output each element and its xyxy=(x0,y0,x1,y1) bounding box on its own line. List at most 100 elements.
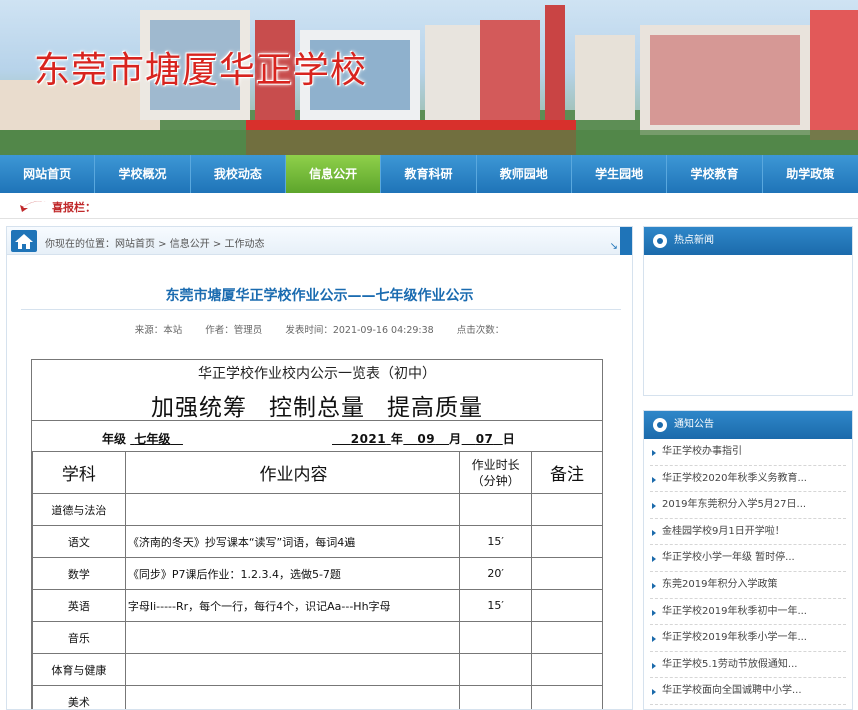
cell-subject: 美术 xyxy=(32,685,126,709)
cell-duration: 20′ xyxy=(459,557,533,590)
article-panel: 你现在的位置：网站首页 > 信息公开 > 工作动态 ↘ 东莞市塘厦华正学校作业公… xyxy=(6,226,633,710)
col-duration: 作业时长 （分钟） xyxy=(459,451,533,494)
article-meta: 来源：本站 作者：管理员 发表时间：2021-09-16 04:29:38 点击… xyxy=(7,322,632,336)
main-nav: 网站首页 学校概况 我校动态 信息公开 教育科研 教师园地 学生园地 学校教育 … xyxy=(0,155,858,193)
date-year: 2021 xyxy=(350,432,387,446)
nav-aid-policy[interactable]: 助学政策 xyxy=(763,155,858,193)
nav-teachers[interactable]: 教师园地 xyxy=(477,155,572,193)
ticker-label: 喜报栏： xyxy=(52,201,96,214)
table-row: 道德与法治 xyxy=(32,493,603,526)
cell-content xyxy=(124,685,461,709)
header-banner: 东莞市塘厦华正学校 xyxy=(0,0,858,155)
breadcrumb-corner xyxy=(620,227,632,255)
cell-subject: 音乐 xyxy=(32,621,126,654)
article-views: 点击次数： xyxy=(456,325,505,336)
cell-subject: 数学 xyxy=(32,557,126,590)
doc-divider xyxy=(32,420,602,421)
cell-content: 《济南的冬天》抄写课本“读写”词语，每词4遍 xyxy=(124,525,461,558)
nav-research[interactable]: 教育科研 xyxy=(381,155,477,193)
cell-content xyxy=(124,493,461,526)
news-ticker: 喜报栏： xyxy=(0,193,858,219)
table-row: 英语 字母Ii-----Rr，每个一行，每行4个，识记Aa---Hh字母 15′ xyxy=(32,589,603,622)
article-published: 发表时间：2021-09-16 04:29:38 xyxy=(285,325,434,336)
grade-label: 年级 xyxy=(102,432,127,446)
article-title: 东莞市塘厦华正学校作业公示——七年级作业公示 xyxy=(165,288,474,304)
cell-content: 《同步》P7课后作业：1.2.3.4，选做5-7题 xyxy=(124,557,461,590)
cell-remark xyxy=(531,493,603,526)
article-author: 作者：管理员 xyxy=(205,325,263,336)
cell-remark xyxy=(531,557,603,590)
pin-icon: ↘ xyxy=(609,241,618,252)
nav-home[interactable]: 网站首页 xyxy=(0,155,96,193)
notice-item[interactable]: 东莞2019年积分入学政策 xyxy=(650,572,846,599)
cell-content: 字母Ii-----Rr，每个一行，每行4个，识记Aa---Hh字母 xyxy=(124,589,461,622)
table-row: 语文 《济南的冬天》抄写课本“读写”词语，每词4遍 15′ xyxy=(32,525,603,558)
notice-item[interactable]: 华正学校小学一年级 暂时停... xyxy=(650,545,846,572)
notice-item[interactable]: 华正学校2020年秋季义务教育... xyxy=(650,466,846,493)
slogan-1: 加强统筹 xyxy=(151,395,247,421)
nav-students[interactable]: 学生园地 xyxy=(572,155,668,193)
table-row: 数学 《同步》P7课后作业：1.2.3.4，选做5-7题 20′ xyxy=(32,557,603,590)
col-subject: 学科 xyxy=(32,451,126,494)
cell-duration xyxy=(459,621,533,654)
date-month: 09 xyxy=(417,432,436,446)
cell-subject: 英语 xyxy=(32,589,126,622)
table-header-row: 学科 作业内容 作业时长 （分钟） 备注 xyxy=(32,451,603,494)
cell-subject: 体育与健康 xyxy=(32,653,126,686)
grade-value: 七年级 xyxy=(134,432,171,446)
cell-duration: 15′ xyxy=(459,589,533,622)
notice-item[interactable]: 华正学校2019年秋季小学一年... xyxy=(650,625,846,652)
slogan-3: 提高质量 xyxy=(387,395,483,421)
grade-line: 年级 七年级 xyxy=(102,430,183,447)
nav-education[interactable]: 学校教育 xyxy=(667,155,763,193)
cell-subject: 道德与法治 xyxy=(32,493,126,526)
notice-item[interactable]: 华正学校办事指引 xyxy=(650,439,846,466)
nav-info-disclosure[interactable]: 信息公开 xyxy=(285,155,382,193)
notice-header: 通知公告 xyxy=(644,411,852,439)
col-content: 作业内容 xyxy=(124,451,461,494)
nav-school-overview[interactable]: 学校概况 xyxy=(95,155,191,193)
cell-content xyxy=(124,621,461,654)
home-icon xyxy=(11,230,37,252)
cell-duration xyxy=(459,685,533,709)
nav-school-news[interactable]: 我校动态 xyxy=(191,155,286,193)
slogan-2: 控制总量 xyxy=(269,395,365,421)
table-row: 美术 xyxy=(32,685,603,709)
hot-news-title: 热点新闻 xyxy=(674,235,714,246)
breadcrumb: 你现在的位置：网站首页 > 信息公开 > 工作动态 ↘ xyxy=(7,227,632,255)
cell-remark xyxy=(531,685,603,709)
school-name: 东莞市塘厦华正学校 xyxy=(34,50,368,91)
cell-content xyxy=(124,653,461,686)
table-row: 体育与健康 xyxy=(32,653,603,686)
title-divider xyxy=(21,309,621,310)
notice-panel: 通知公告 华正学校办事指引 华正学校2020年秋季义务教育... 2019年东莞… xyxy=(643,410,853,710)
article-source: 来源：本站 xyxy=(134,325,183,336)
cell-duration xyxy=(459,493,533,526)
bullet-icon xyxy=(653,234,667,248)
notice-list: 华正学校办事指引 华正学校2020年秋季义务教育... 2019年东莞积分入学5… xyxy=(644,439,852,705)
table-row: 音乐 xyxy=(32,621,603,654)
breadcrumb-text[interactable]: 你现在的位置：网站首页 > 信息公开 > 工作动态 xyxy=(45,235,264,250)
bullet-icon xyxy=(653,418,667,432)
doc-title: 华正学校作业校内公示一览表（初中） xyxy=(198,366,436,382)
cell-remark xyxy=(531,621,603,654)
homework-table: 学科 作业内容 作业时长 （分钟） 备注 道德与法治 语文 《济南的冬天》抄写课本… xyxy=(32,451,603,709)
notice-item[interactable]: 华正学校5.1劳动节放假通知... xyxy=(650,652,846,679)
cell-remark xyxy=(531,589,603,622)
hot-news-panel: 热点新闻 xyxy=(643,226,853,396)
notice-item[interactable]: 华正学校面向全国诚聘中小学... xyxy=(650,678,846,705)
notice-title: 通知公告 xyxy=(674,419,714,430)
homework-document: 华正学校作业校内公示一览表（初中） 加强统筹 控制总量 提高质量 年级 七年级 20… xyxy=(31,359,603,709)
cell-subject: 语文 xyxy=(32,525,126,558)
hot-news-header: 热点新闻 xyxy=(644,227,852,255)
notice-item[interactable]: 华正学校2019年秋季初中一年... xyxy=(650,599,846,626)
cell-remark xyxy=(531,525,603,558)
date-line: 2021 年 09 月 07 日 xyxy=(332,430,515,447)
notice-item[interactable]: 2019年东莞积分入学5月27日... xyxy=(650,492,846,519)
cell-duration: 15′ xyxy=(459,525,533,558)
cell-remark xyxy=(531,653,603,686)
notice-item[interactable]: 金桂园学校9月1日开学啦！ xyxy=(650,519,846,546)
ticker-arrow-icon xyxy=(20,201,46,212)
cell-duration xyxy=(459,653,533,686)
date-day: 07 xyxy=(475,432,494,446)
